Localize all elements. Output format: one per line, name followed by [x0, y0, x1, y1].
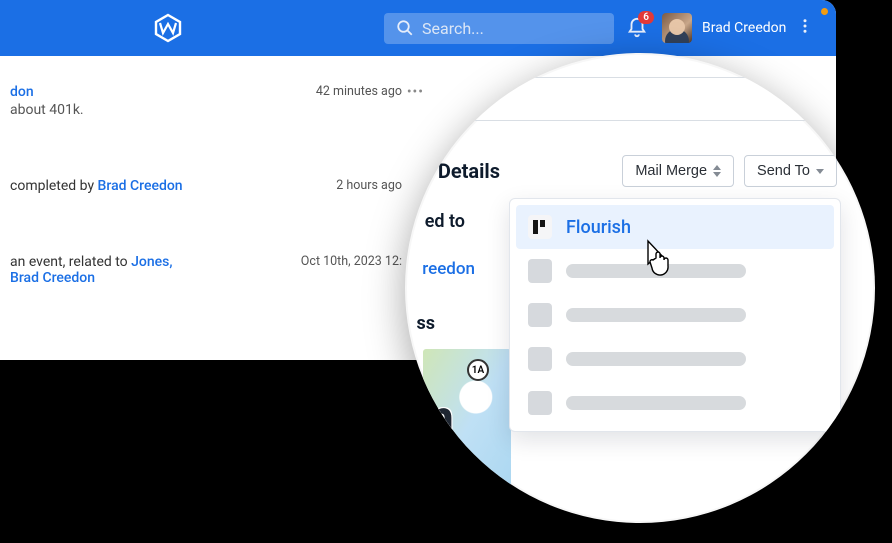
dropdown-item[interactable] [516, 293, 834, 337]
dropdown-item[interactable] [516, 381, 834, 425]
feed-timestamp: 42 minutes ago [316, 84, 402, 99]
placeholder-icon [528, 303, 552, 327]
person-icon [468, 88, 486, 110]
app-logo[interactable] [152, 12, 184, 44]
cursor-icon [640, 238, 676, 282]
username-label: Brad Creedon [702, 20, 786, 36]
flourish-icon [528, 215, 552, 239]
search-input[interactable]: Search... [384, 13, 614, 44]
feed-timestamp: Oct 10th, 2023 12: [301, 254, 402, 269]
sort-icon [713, 165, 721, 177]
feed-timestamp: 2 hours ago [336, 178, 402, 193]
toolbar [455, 77, 825, 121]
section-label-fragment: ss [405, 313, 435, 334]
placeholder-label [566, 352, 746, 366]
mail-merge-label: Mail Merge [635, 163, 707, 179]
send-to-label: Send To [757, 163, 810, 179]
section-title: act Details [405, 159, 500, 183]
feed-user-link[interactable]: Brad Creedon [10, 270, 95, 286]
magnifier-lens: act Details Mail Merge Send To ed to ree… [405, 53, 875, 523]
search-placeholder: Search... [422, 19, 484, 38]
avatar[interactable] [662, 13, 692, 43]
placeholder-label [566, 396, 746, 410]
caret-down-icon [816, 169, 824, 174]
dropdown-item[interactable] [516, 337, 834, 381]
top-bar: Search... 6 Brad Creedon [0, 0, 836, 56]
more-menu-button[interactable] [796, 17, 814, 39]
feed-title-fragment: don [10, 84, 34, 100]
map-city-label-fragment: n [427, 389, 454, 446]
feed-prefix: completed by [10, 178, 98, 194]
assigned-to-label-fragment: ed to [405, 211, 465, 232]
feed-prefix: an event, related to [10, 254, 131, 270]
more-vertical-icon [796, 17, 814, 35]
map-preview[interactable]: 1A n [423, 349, 511, 509]
search-icon [396, 19, 414, 37]
send-to-dropdown: Flourish [509, 198, 841, 432]
assignee-link-fragment[interactable]: reedon [405, 259, 475, 279]
notifications-button[interactable]: 6 [626, 17, 648, 39]
send-to-button[interactable]: Send To [744, 155, 837, 187]
status-dot [821, 8, 828, 15]
placeholder-icon [528, 347, 552, 371]
notification-count-badge: 6 [638, 11, 654, 24]
feed-user-link[interactable]: Brad Creedon [98, 178, 183, 194]
placeholder-label [566, 308, 746, 322]
placeholder-icon [528, 259, 552, 283]
placeholder-icon [528, 391, 552, 415]
mail-merge-button[interactable]: Mail Merge [622, 155, 734, 187]
route-marker: 1A [467, 359, 489, 381]
dropdown-item-label: Flourish [566, 217, 631, 238]
feed-entity-link[interactable]: Jones, [131, 254, 172, 270]
